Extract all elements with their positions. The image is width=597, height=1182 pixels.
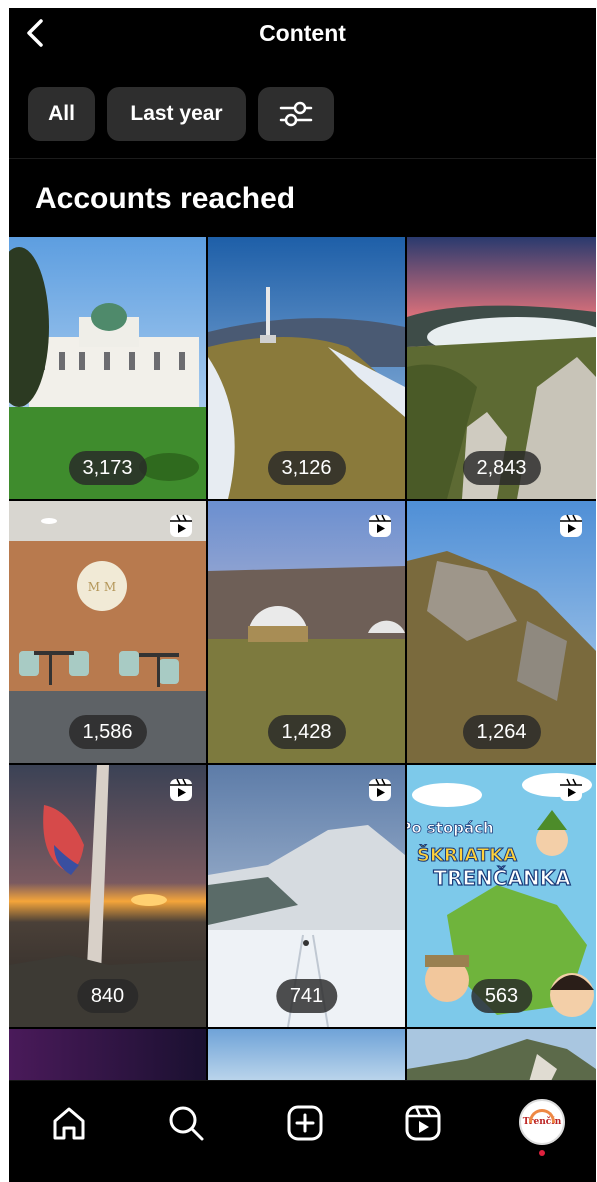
poster-title-line1: Po stopách bbox=[407, 819, 494, 837]
reach-count-badge: 563 bbox=[470, 979, 533, 1013]
reels-icon bbox=[405, 1105, 441, 1141]
post-tile[interactable]: 3,126 bbox=[208, 237, 405, 499]
reels-badge-icon bbox=[170, 778, 192, 801]
reach-count-badge: 3,173 bbox=[68, 451, 147, 485]
header: Content bbox=[9, 8, 596, 66]
bottom-navigation: Trenčín bbox=[9, 1080, 596, 1182]
filter-all-button[interactable]: All bbox=[28, 87, 95, 141]
nav-create[interactable] bbox=[283, 1101, 327, 1145]
post-tile[interactable]: ŠKRIATKA TRENČANKA Po stopách 563 bbox=[407, 765, 596, 1027]
avatar-logo-arc bbox=[529, 1109, 555, 1123]
post-tile[interactable]: 3,173 bbox=[9, 237, 206, 499]
reels-badge-icon bbox=[369, 514, 391, 537]
nav-reels[interactable] bbox=[401, 1101, 445, 1145]
notification-dot bbox=[539, 1150, 545, 1156]
reach-count-badge: 1,428 bbox=[267, 715, 346, 749]
section-title: Accounts reached bbox=[35, 182, 296, 215]
post-tile[interactable]: 741 bbox=[208, 765, 405, 1027]
reach-count-badge: 840 bbox=[76, 979, 139, 1013]
nav-home[interactable] bbox=[47, 1101, 91, 1145]
poster-title-line3: TRENČANKA bbox=[433, 866, 571, 890]
nav-profile-avatar[interactable]: Trenčín bbox=[519, 1099, 565, 1145]
sliders-icon bbox=[279, 101, 313, 127]
reach-count-badge: 2,843 bbox=[462, 451, 541, 485]
search-icon bbox=[169, 1106, 204, 1141]
post-tile[interactable]: 840 bbox=[9, 765, 206, 1027]
reach-count-badge: 3,126 bbox=[267, 451, 346, 485]
reach-count-badge: 741 bbox=[275, 979, 338, 1013]
reach-count-badge: 1,586 bbox=[68, 715, 147, 749]
poster-title-line2: ŠKRIATKA bbox=[417, 844, 517, 866]
post-tile[interactable]: 2,843 bbox=[407, 237, 596, 499]
reach-count-badge: 1,264 bbox=[462, 715, 541, 749]
svg-text:M M: M M bbox=[88, 580, 116, 594]
create-icon bbox=[287, 1105, 323, 1141]
divider bbox=[9, 158, 596, 159]
post-tile[interactable]: M M 1,586 bbox=[9, 501, 206, 763]
filter-bar: All Last year bbox=[28, 87, 334, 141]
home-icon bbox=[53, 1107, 85, 1140]
content-screen: Content All Last year Accounts reached 3… bbox=[9, 8, 596, 1182]
reels-badge-icon bbox=[560, 514, 582, 537]
post-tile[interactable]: 1,264 bbox=[407, 501, 596, 763]
filter-period-button[interactable]: Last year bbox=[107, 87, 246, 141]
nav-search[interactable] bbox=[164, 1101, 208, 1145]
reels-badge-icon bbox=[560, 778, 582, 801]
post-tile[interactable]: 1,428 bbox=[208, 501, 405, 763]
page-title: Content bbox=[259, 20, 346, 46]
reels-badge-icon bbox=[369, 778, 391, 801]
filter-settings-button[interactable] bbox=[258, 87, 334, 141]
reels-badge-icon bbox=[170, 514, 192, 537]
